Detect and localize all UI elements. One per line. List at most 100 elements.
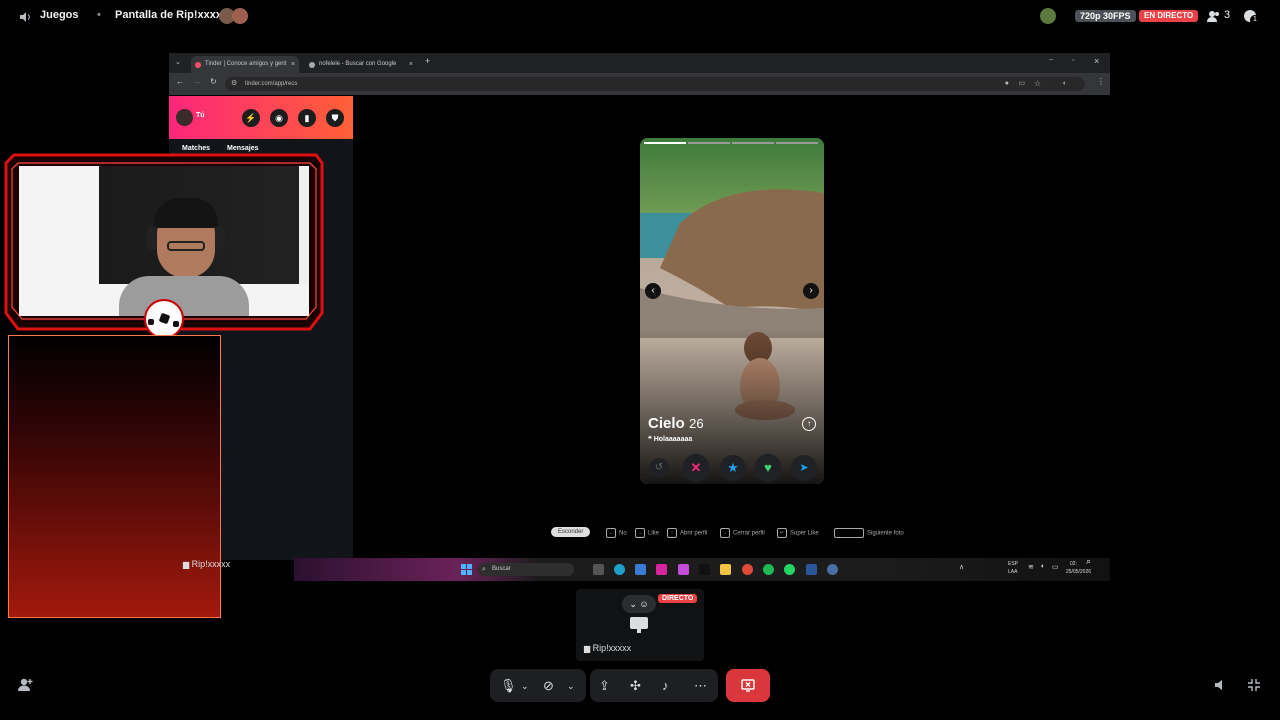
shortcut-label: No xyxy=(619,530,627,537)
address-bar: ← → ↻ ⚙ tinder.com/app/recs ● ▭ ☆ ◐ ⋮ xyxy=(169,73,1110,95)
windows-start-icon[interactable] xyxy=(461,564,472,575)
down-key-icon: ↓ xyxy=(720,528,730,538)
stream-avatars xyxy=(219,8,249,24)
site-info-icon[interactable]: ⚙ xyxy=(231,77,237,91)
windows-taskbar: ⌕ Buscar ∧ ESP LAA ≋ ◖ ▭ 02: 25/05/2026 … xyxy=(294,556,1110,581)
fullscreen-exit-icon[interactable] xyxy=(1247,678,1261,692)
volume-icon[interactable] xyxy=(1214,679,1227,691)
close-window-button[interactable]: × xyxy=(1094,56,1099,66)
folder-icon[interactable] xyxy=(720,564,731,575)
browser-menu-button[interactable]: ⋮ xyxy=(1097,77,1105,86)
tinder-sidebar-header: Tú ⚡ ◉ ▮ ⛊ xyxy=(169,96,353,139)
webcam-username: Rip!xxxxx xyxy=(191,559,231,569)
tab-menu-icon[interactable]: ⌄ xyxy=(175,58,181,66)
work-icon[interactable]: ▮ xyxy=(298,109,316,127)
boost-icon[interactable]: ⚡ xyxy=(242,109,260,127)
volume-icon[interactable]: ◖ xyxy=(1040,563,1044,570)
store-icon[interactable] xyxy=(635,564,646,575)
zoom-icon[interactable]: ⌕ xyxy=(1086,556,1091,567)
tab-close-icon[interactable]: × xyxy=(409,56,413,73)
expand-toggle[interactable]: ⌄ ☺ xyxy=(622,595,656,613)
minimize-button[interactable]: – xyxy=(1049,55,1053,64)
disconnect-button[interactable] xyxy=(726,669,770,702)
microphone-icon[interactable]: 🎙︎ xyxy=(500,678,517,694)
hide-shortcuts-button[interactable]: Esconder xyxy=(551,527,591,537)
whatsapp-icon[interactable] xyxy=(784,564,795,575)
shortcut-label: Super Like xyxy=(790,530,819,537)
tab-google[interactable]: nofelele - Buscar con Google × xyxy=(305,56,417,73)
nope-button[interactable]: ✕ xyxy=(682,454,710,482)
app-icon[interactable] xyxy=(827,564,838,575)
rewind-button[interactable]: ↺ xyxy=(649,458,669,478)
preview-username: Rip!xxxxx xyxy=(592,643,632,653)
shortcut-no: ← No xyxy=(606,528,627,538)
instagram-icon[interactable] xyxy=(656,564,667,575)
word-icon[interactable] xyxy=(806,564,817,575)
enter-key-icon: ↵ xyxy=(777,528,787,538)
profile-age: 26 xyxy=(689,416,704,431)
bio-text: Holaaaaaaa xyxy=(653,436,693,443)
like-button[interactable]: ♥ xyxy=(754,454,782,482)
soundboard-icon[interactable]: ♪ xyxy=(662,678,669,693)
notification-icon[interactable]: 1 xyxy=(1243,9,1260,25)
restore-button[interactable]: ▫ xyxy=(1072,57,1074,64)
bookmark-star-icon[interactable]: ☆ xyxy=(1034,77,1041,91)
camera-options-chevron-icon[interactable]: ⌄ xyxy=(567,681,575,692)
url-text: tinder.com/app/recs xyxy=(245,81,298,87)
back-button[interactable]: ← xyxy=(176,77,184,86)
viewers-icon[interactable] xyxy=(1207,10,1221,23)
taskbar-search[interactable]: ⌕ Buscar xyxy=(478,563,574,576)
tab-matches[interactable]: Matches xyxy=(182,145,210,152)
tab-tinder[interactable]: Tinder | Conoce amigos y gent × xyxy=(191,56,299,73)
tab-messages[interactable]: Mensajes xyxy=(227,145,259,152)
super-like-button[interactable]: ★ xyxy=(720,455,746,481)
extension-icon[interactable]: ◐ xyxy=(1063,77,1067,91)
channel-name[interactable]: Juegos xyxy=(40,9,79,21)
tray-chevron-icon[interactable]: ∧ xyxy=(959,563,964,571)
battery-icon[interactable]: ▭ xyxy=(1052,563,1059,571)
open-profile-button[interactable]: ↑ xyxy=(802,417,816,431)
screen-share-icon: ▆ xyxy=(584,644,591,653)
spotify-icon[interactable] xyxy=(763,564,774,575)
camera-off-icon[interactable]: ⊘ xyxy=(543,678,554,694)
leave-call-icon xyxy=(741,679,755,692)
boost-send-button[interactable]: ➤ xyxy=(791,455,817,481)
url-input[interactable]: ⚙ tinder.com/app/recs ● ▭ ☆ ◐ xyxy=(225,77,1085,91)
next-photo-button[interactable]: › xyxy=(803,283,819,299)
new-tab-button[interactable]: + xyxy=(425,56,430,66)
forward-button[interactable]: → xyxy=(193,77,201,86)
prev-photo-button[interactable]: ‹ xyxy=(645,283,661,299)
edge-icon[interactable] xyxy=(614,564,625,575)
photo-progress-bars xyxy=(644,142,820,145)
tab-close-icon[interactable]: × xyxy=(291,56,295,73)
notification-count: 1 xyxy=(1250,15,1260,25)
wifi-icon[interactable]: ≋ xyxy=(1028,563,1034,571)
safety-shield-icon[interactable]: ⛊ xyxy=(326,109,344,127)
activities-icon[interactable]: ✣ xyxy=(630,678,641,694)
invite-icon[interactable] xyxy=(18,678,33,692)
cast-icon[interactable]: ▭ xyxy=(1018,77,1025,91)
screen-share-button[interactable]: ⇪ xyxy=(599,678,610,694)
headphones-icon xyxy=(147,226,157,250)
location-icon[interactable]: ● xyxy=(1005,77,1009,91)
preview-live-badge: DIRECTO xyxy=(658,594,698,603)
user-avatar[interactable] xyxy=(1040,8,1056,24)
mic-options-chevron-icon[interactable]: ⌄ xyxy=(521,681,529,692)
reload-button[interactable]: ↻ xyxy=(210,77,217,86)
stream-preview-tile[interactable]: ⌄ ☺ DIRECTO ▆ Rip!xxxxx xyxy=(576,589,704,661)
task-view-icon[interactable] xyxy=(593,564,604,575)
profile-bio: ❝ Holaaaaaaa xyxy=(648,435,692,443)
screen-share-icon: ▆ xyxy=(183,560,190,569)
more-options-icon[interactable]: ⋯ xyxy=(694,678,707,694)
tiktok-icon[interactable] xyxy=(699,564,710,575)
tray-lang-2: LAA xyxy=(1008,569,1018,575)
profile-avatar[interactable] xyxy=(176,109,193,126)
profile-label[interactable]: Tú xyxy=(196,112,205,119)
chrome-icon[interactable] xyxy=(742,564,753,575)
monitor-icon xyxy=(630,617,648,629)
messenger-icon[interactable] xyxy=(678,564,689,575)
tray-time[interactable]: 02: xyxy=(1070,561,1077,567)
explore-icon[interactable]: ◉ xyxy=(270,109,288,127)
profile-card[interactable]: ‹ › Cielo 26 ↑ ❝ Holaaaaaaa xyxy=(640,138,824,484)
tray-lang-1[interactable]: ESP xyxy=(1008,561,1018,567)
